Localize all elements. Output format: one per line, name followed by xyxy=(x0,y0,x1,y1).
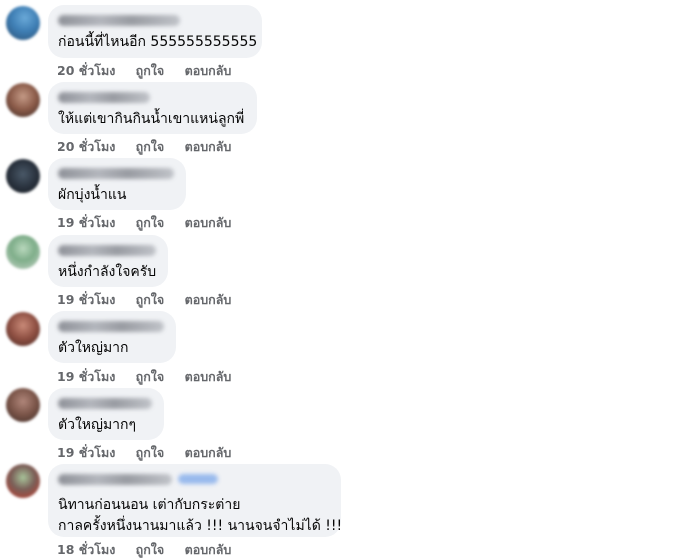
author-name[interactable] xyxy=(58,474,172,485)
comment-actions: 19 ชั่วโมง ถูกใจ ตอบกลับ xyxy=(57,290,247,310)
comment-bubble: หนึ่งกำลังใจครับ xyxy=(48,235,168,287)
comment-bubble: ตัวใหญ่มากๆ xyxy=(48,388,164,440)
author-name[interactable] xyxy=(58,168,174,179)
comment-text: ผักบุ่งน้ำแน xyxy=(58,187,127,203)
comment-actions: 20 ชั่วโมง ถูกใจ ตอบกลับ xyxy=(57,61,247,81)
like-button[interactable]: ถูกใจ xyxy=(136,292,165,307)
reply-button[interactable]: ตอบกลับ xyxy=(185,215,232,230)
comment-actions: 20 ชั่วโมง ถูกใจ ตอบกลับ xyxy=(57,137,247,157)
like-button[interactable]: ถูกใจ xyxy=(136,542,165,557)
like-button[interactable]: ถูกใจ xyxy=(136,215,165,230)
comment-bubble: นิทานก่อนนอน เต่ากับกระต่าย กาลครั้งหนึ่… xyxy=(48,464,343,537)
comment-text: หนึ่งกำลังใจครับ xyxy=(58,264,157,280)
comment-actions: 19 ชั่วโมง ถูกใจ ตอบกลับ xyxy=(57,367,247,387)
comment-bubble: ผักบุ่งน้ำแน xyxy=(48,158,186,210)
comment-timestamp[interactable]: 19 ชั่วโมง xyxy=(57,369,115,384)
comment-text-line-2: กาลครั้งหนึ่งนานมาแล้ว !!! นานจนจำไม่ได้… xyxy=(58,518,343,534)
author-name[interactable] xyxy=(58,92,150,103)
reply-button[interactable]: ตอบกลับ xyxy=(185,445,232,460)
comment-actions: 19 ชั่วโมง ถูกใจ ตอบกลับ xyxy=(57,443,247,463)
avatar[interactable] xyxy=(6,464,40,498)
comment-text-line-1: นิทานก่อนนอน เต่ากับกระต่าย xyxy=(58,497,241,513)
avatar[interactable] xyxy=(6,159,40,193)
reply-button[interactable]: ตอบกลับ xyxy=(185,139,232,154)
comment-text: ให้แต่เขากินกินน้ำเขาแหน่ลูกพี่ xyxy=(58,111,245,127)
author-name[interactable] xyxy=(58,15,180,26)
comment-timestamp[interactable]: 20 ชั่วโมง xyxy=(57,63,115,78)
like-button[interactable]: ถูกใจ xyxy=(136,139,165,154)
comment-timestamp[interactable]: 20 ชั่วโมง xyxy=(57,139,115,154)
author-name[interactable] xyxy=(58,398,152,409)
comment-bubble: ให้แต่เขากินกินน้ำเขาแหน่ลูกพี่ xyxy=(48,82,257,134)
comment-actions: 19 ชั่วโมง ถูกใจ ตอบกลับ xyxy=(57,213,247,233)
reply-button[interactable]: ตอบกลับ xyxy=(185,63,232,78)
comment-bubble: ก่อนนี้ที่ไหนอีก 555555555555 xyxy=(48,5,262,58)
comment-text: ตัวใหญ่มากๆ xyxy=(58,417,137,433)
comment-actions: 18 ชั่วโมง ถูกใจ ตอบกลับ xyxy=(57,540,247,560)
comment-timestamp[interactable]: 19 ชั่วโมง xyxy=(57,445,115,460)
comment-timestamp[interactable]: 19 ชั่วโมง xyxy=(57,292,115,307)
reply-button[interactable]: ตอบกลับ xyxy=(185,369,232,384)
like-button[interactable]: ถูกใจ xyxy=(136,63,165,78)
avatar[interactable] xyxy=(6,6,40,40)
comment-timestamp[interactable]: 18 ชั่วโมง xyxy=(57,542,115,557)
comment-text: ก่อนนี้ที่ไหนอีก 555555555555 xyxy=(58,34,258,50)
reply-button[interactable]: ตอบกลับ xyxy=(185,542,232,557)
like-button[interactable]: ถูกใจ xyxy=(136,369,165,384)
author-name[interactable] xyxy=(58,321,164,332)
comment-timestamp[interactable]: 19 ชั่วโมง xyxy=(57,215,115,230)
avatar[interactable] xyxy=(6,312,40,346)
avatar[interactable] xyxy=(6,235,40,269)
comment-bubble: ตัวใหญ่มาก xyxy=(48,311,176,363)
avatar[interactable] xyxy=(6,83,40,117)
reply-button[interactable]: ตอบกลับ xyxy=(185,292,232,307)
comment-text: ตัวใหญ่มาก xyxy=(58,340,129,356)
author-name[interactable] xyxy=(58,245,156,256)
avatar[interactable] xyxy=(6,388,40,422)
author-badge xyxy=(178,474,218,484)
like-button[interactable]: ถูกใจ xyxy=(136,445,165,460)
